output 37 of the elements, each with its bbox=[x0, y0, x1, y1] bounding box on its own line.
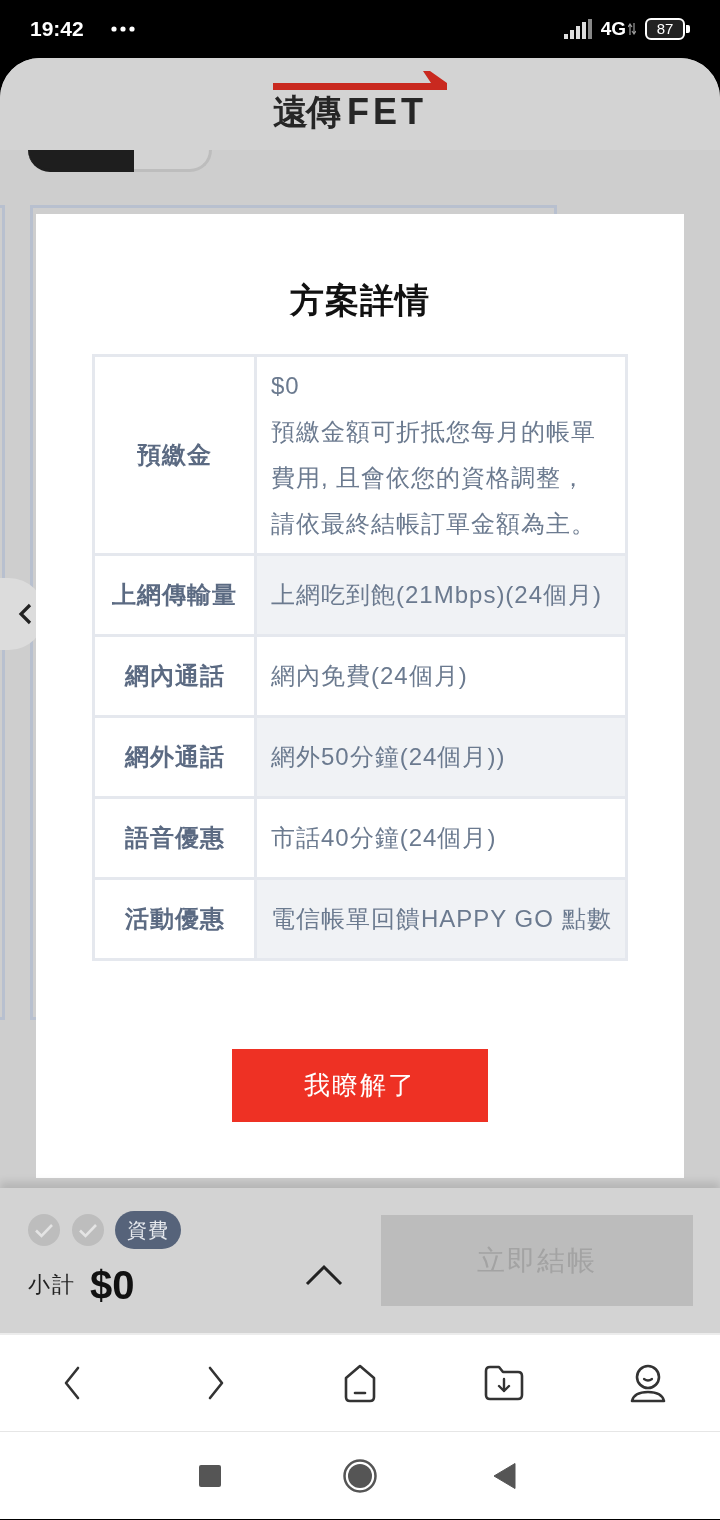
row-value-text: 網內免費(24個月) bbox=[271, 661, 468, 691]
subtotal-amount: $0 bbox=[90, 1262, 135, 1307]
signal-icon bbox=[563, 19, 592, 39]
logo-latin-text: FET bbox=[347, 93, 427, 131]
chevron-up-icon[interactable] bbox=[305, 1263, 343, 1286]
row-label-text: 活動優惠 bbox=[124, 904, 225, 934]
chevron-left-icon bbox=[18, 603, 32, 625]
row-note-text: 預繳金額可折抵您每月的帳單費用, 且會依您的資格調整，請依最終結帳訂單金額為主。 bbox=[271, 417, 597, 539]
logo-chinese-text: 遠傳 bbox=[273, 93, 339, 131]
row-value-text: $0 bbox=[271, 371, 300, 401]
row-label-text: 網內通話 bbox=[124, 661, 225, 691]
more-dots-icon bbox=[110, 26, 135, 32]
row-value-text: 網外50分鐘(24個月)) bbox=[271, 742, 506, 772]
row-value-text: 電信帳單回饋HAPPY GO 點數 bbox=[271, 904, 612, 934]
chevron-right-icon[interactable] bbox=[207, 1366, 225, 1400]
battery-level-text: 87 bbox=[656, 21, 674, 37]
subtotal-label: 小計 bbox=[28, 1270, 76, 1299]
data-arrows-icon bbox=[628, 23, 636, 35]
dialog-title: 方案詳情 bbox=[290, 280, 430, 320]
row-label-text: 預繳金 bbox=[137, 440, 212, 470]
row-value-text: 上網吃到飽(21Mbps)(24個月) bbox=[271, 580, 603, 610]
network-tab[interactable] bbox=[28, 150, 134, 172]
network-type-text: 4G bbox=[600, 18, 626, 40]
row-value-text: 市話40分鐘(24個月) bbox=[271, 823, 497, 853]
triangle-left-icon[interactable] bbox=[494, 1462, 516, 1489]
person-icon[interactable] bbox=[630, 1363, 666, 1403]
row-label-text: 上網傳輸量 bbox=[112, 580, 237, 610]
chevron-left-icon[interactable] bbox=[63, 1366, 81, 1400]
confirm-button[interactable]: 我瞭解了 bbox=[232, 1049, 488, 1122]
folder-download-icon[interactable] bbox=[484, 1365, 524, 1401]
square-icon[interactable] bbox=[199, 1464, 221, 1487]
category-badge: 資費 bbox=[115, 1210, 181, 1249]
logo-swoosh-icon bbox=[273, 71, 447, 91]
row-label-text: 語音優惠 bbox=[124, 823, 225, 853]
clock-text: 19:42 bbox=[30, 17, 84, 41]
row-label-text: 網外通話 bbox=[124, 742, 225, 772]
circle-icon[interactable] bbox=[343, 1458, 377, 1493]
